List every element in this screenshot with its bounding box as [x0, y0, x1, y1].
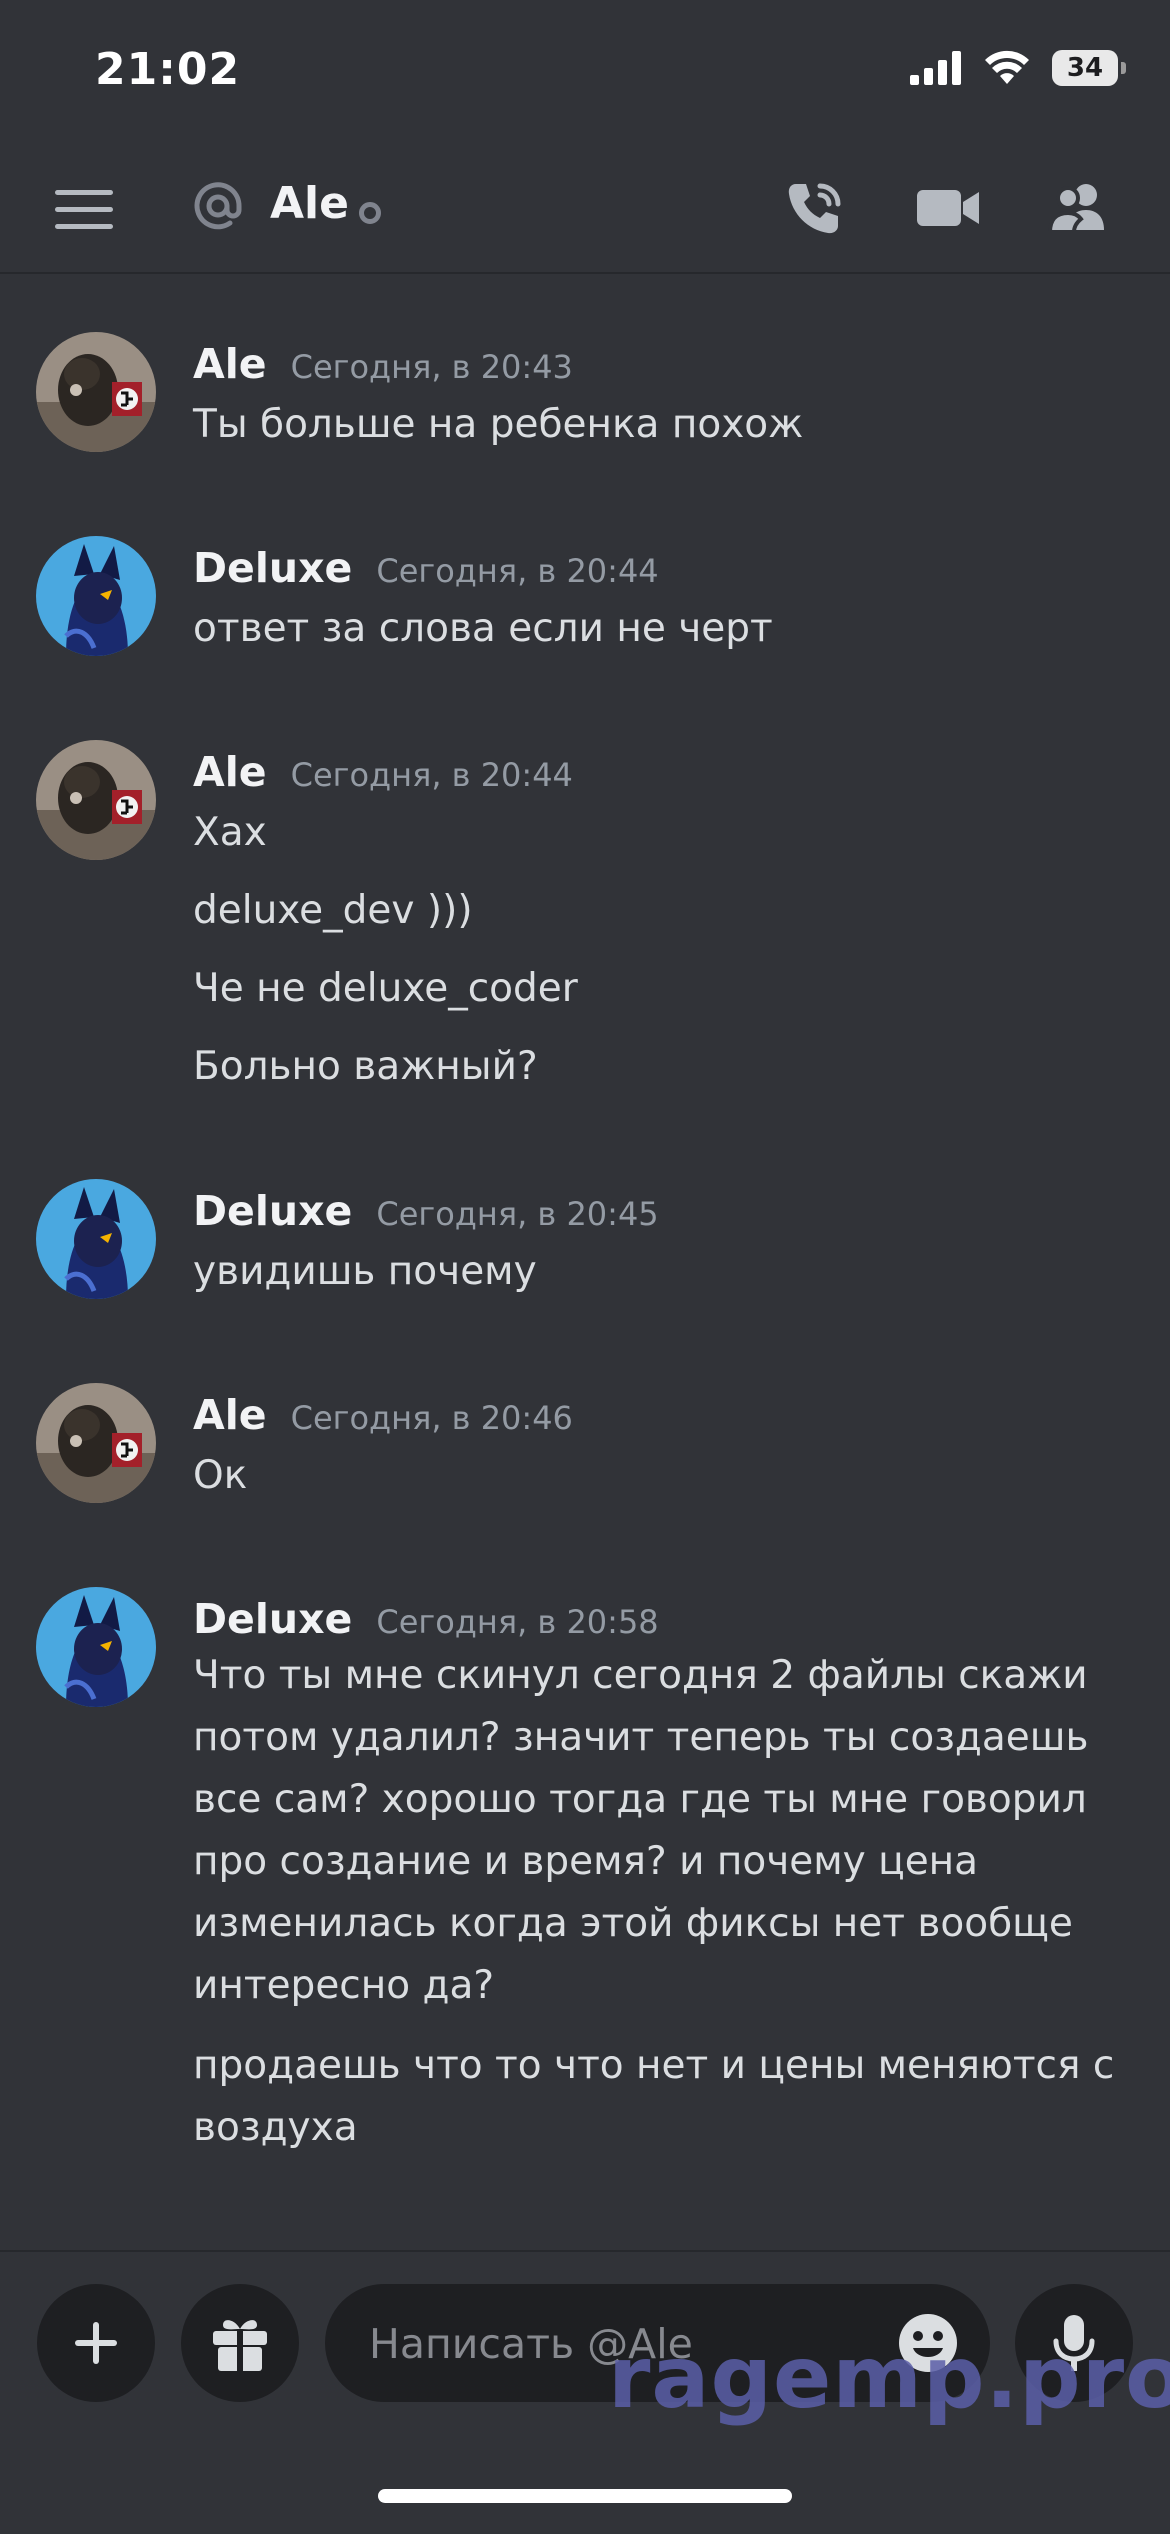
at-icon	[194, 182, 242, 230]
avatar-ale-image	[36, 1383, 156, 1503]
message-author[interactable]: Deluxe Сегодня, в 20:44	[193, 544, 659, 592]
avatar-ale[interactable]	[36, 332, 156, 452]
avatar-deluxe[interactable]	[36, 1587, 156, 1707]
message-text: Че не deluxe_coder	[193, 966, 578, 1011]
message-text: продаешь что то что нет и цены меняются …	[193, 2043, 1115, 2088]
message-text: изменилась когда этой фиксы нет вообще	[193, 1901, 1073, 1946]
channel-name[interactable]: Ale	[270, 178, 349, 229]
avatar-ale[interactable]	[36, 740, 156, 860]
status-bar: 21:02 34	[0, 0, 1170, 140]
gift-icon	[213, 2320, 267, 2371]
members-icon[interactable]	[1046, 178, 1112, 238]
avatar-deluxe[interactable]	[36, 536, 156, 656]
message-text: Что ты мне скинул сегодня 2 файлы скажи	[193, 1653, 1088, 1698]
signal-icon	[910, 51, 961, 85]
home-indicator[interactable]	[378, 2489, 792, 2503]
avatar-ale-image	[36, 740, 156, 860]
message-text: про создание и время? и почему цена	[193, 1839, 979, 1884]
hamburger-icon[interactable]	[55, 190, 113, 230]
message-text: интересно да?	[193, 1963, 495, 2008]
message-author[interactable]: Ale Сегодня, в 20:46	[193, 1391, 573, 1439]
message-timestamp: Сегодня, в 20:43	[290, 348, 573, 386]
message-timestamp: Сегодня, в 20:44	[376, 552, 659, 590]
avatar-deluxe[interactable]	[36, 1179, 156, 1299]
message-text: увидишь почему	[193, 1249, 537, 1294]
message-text: deluxe_dev )))	[193, 888, 473, 933]
avatar-ale[interactable]	[36, 1383, 156, 1503]
plus-icon	[75, 2322, 117, 2364]
message-author[interactable]: Deluxe Сегодня, в 20:58	[193, 1595, 659, 1643]
offline-status-dot	[359, 202, 381, 224]
watermark: ragemp.pro	[608, 2328, 1170, 2428]
avatar-deluxe-image	[36, 536, 156, 656]
message-text: Больно важный?	[193, 1044, 538, 1089]
message-timestamp: Сегодня, в 20:46	[290, 1399, 573, 1437]
add-attachment-button[interactable]	[37, 2284, 155, 2402]
channel-header	[0, 140, 1170, 274]
message-timestamp: Сегодня, в 20:44	[290, 756, 573, 794]
message-text: Хах	[193, 810, 267, 855]
avatar-deluxe-image	[36, 1179, 156, 1299]
avatar-ale-image	[36, 332, 156, 452]
message-text: ответ за слова если не черт	[193, 606, 773, 651]
battery-indicator: 34	[1052, 50, 1126, 86]
message-timestamp: Сегодня, в 20:45	[376, 1195, 659, 1233]
message-author[interactable]: Ale Сегодня, в 20:44	[193, 748, 573, 796]
message-text: Ок	[193, 1453, 248, 1498]
gift-button[interactable]	[181, 2284, 299, 2402]
message-text: воздуха	[193, 2105, 358, 2150]
message-author[interactable]: Deluxe Сегодня, в 20:45	[193, 1187, 659, 1235]
message-text: все сам? хорошо тогда где ты мне говорил	[193, 1777, 1087, 1822]
message-timestamp: Сегодня, в 20:58	[376, 1603, 659, 1641]
avatar-deluxe-image	[36, 1587, 156, 1707]
message-text: Ты больше на ребенка похож	[193, 402, 804, 447]
phone-call-icon[interactable]	[782, 178, 848, 238]
message-author[interactable]: Ale Сегодня, в 20:43	[193, 340, 573, 388]
video-camera-icon[interactable]	[915, 178, 981, 238]
clock: 21:02	[95, 44, 241, 95]
message-text: потом удалил? значит теперь ты создаешь	[193, 1715, 1089, 1760]
status-indicators: 34	[910, 50, 1126, 86]
wifi-icon	[985, 50, 1029, 84]
